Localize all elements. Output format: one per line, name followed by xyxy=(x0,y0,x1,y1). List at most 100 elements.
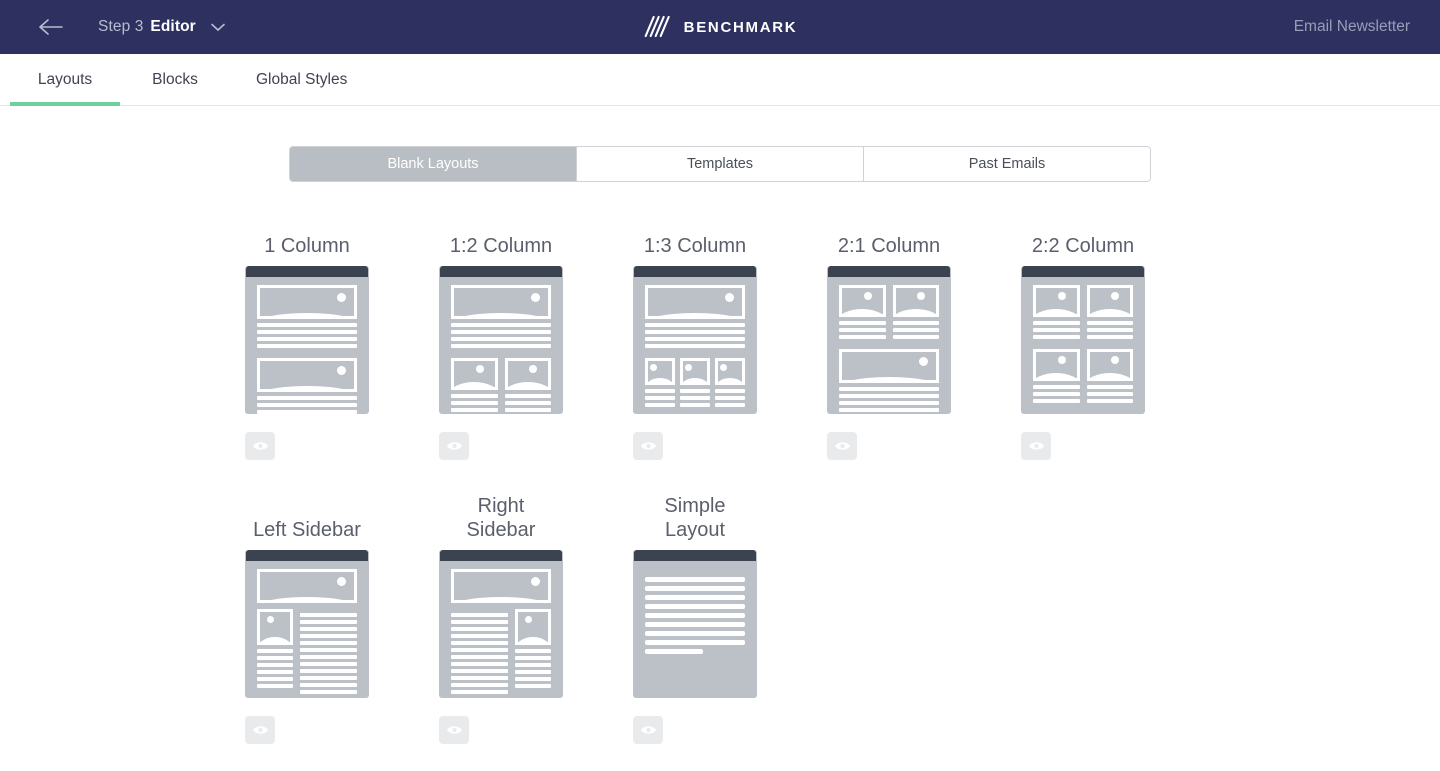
hill-shape xyxy=(454,312,548,316)
layout-title: 1:3 Column xyxy=(643,235,747,257)
eye-icon xyxy=(834,442,850,450)
layout-thumbnail-two-one-column[interactable] xyxy=(827,266,951,414)
hill-shape xyxy=(718,378,742,382)
segment-blank-layouts-label: Blank Layouts xyxy=(387,156,479,172)
sidebar-row xyxy=(257,609,357,697)
text-lines xyxy=(1033,385,1080,403)
layout-card-one-two-column: 1:2 Column xyxy=(404,210,598,460)
sun-icon xyxy=(720,364,727,371)
layout-card-one-column: 1 Column xyxy=(210,210,404,460)
content-column xyxy=(300,609,357,697)
sun-icon xyxy=(267,616,274,623)
hill-shape xyxy=(260,385,354,389)
layout-grid: 1 Column 1:2 Column 1:3 Column 2:1 Colum… xyxy=(210,210,1230,744)
layout-thumbnail-two-two-column[interactable] xyxy=(1021,266,1145,414)
layout-thumbnail-simple-layout[interactable] xyxy=(633,550,757,698)
image-placeholder xyxy=(451,358,498,390)
tab-global-styles[interactable]: Global Styles xyxy=(230,54,373,105)
back-arrow-icon[interactable] xyxy=(38,14,64,40)
image-placeholder xyxy=(504,358,551,390)
preview-layout-button[interactable] xyxy=(439,432,469,460)
image-placeholder xyxy=(839,349,939,383)
preview-layout-button[interactable] xyxy=(633,716,663,744)
grid-row-spacer xyxy=(210,460,1230,494)
thumb-header-bar xyxy=(828,266,950,277)
sun-icon xyxy=(919,357,928,366)
hill-shape xyxy=(842,376,936,380)
text-lines xyxy=(515,649,551,688)
step-number-label: Step 3 xyxy=(98,18,144,35)
thumb-body xyxy=(245,561,369,698)
image-placeholder xyxy=(451,569,551,603)
image-placeholder xyxy=(680,358,710,385)
thumb-body xyxy=(1021,277,1145,414)
layout-thumbnail-one-three-column[interactable] xyxy=(633,266,757,414)
brand-name-label: BENCHMARK xyxy=(683,18,798,36)
thumb-header-bar xyxy=(1022,266,1144,277)
hill-shape xyxy=(841,309,883,314)
layout-card-left-sidebar: Left Sidebar xyxy=(210,494,404,744)
chevron-down-icon[interactable] xyxy=(210,23,225,32)
tab-blocks[interactable]: Blocks xyxy=(120,54,230,105)
image-placeholder xyxy=(715,358,745,385)
image-placeholder xyxy=(257,569,357,603)
thumb-body xyxy=(633,561,757,654)
layout-card-two-one-column: 2:1 Column xyxy=(792,210,986,460)
sun-icon xyxy=(650,364,657,371)
step-indicator[interactable]: Step 3 Editor xyxy=(98,18,225,36)
layout-thumbnail-one-column[interactable] xyxy=(245,266,369,414)
sidebar-row xyxy=(451,609,551,697)
eye-icon xyxy=(446,442,462,450)
eye-icon xyxy=(446,726,462,734)
campaign-name-label: Email Newsletter xyxy=(1293,18,1410,35)
image-placeholder xyxy=(839,285,886,317)
layout-thumbnail-right-sidebar[interactable] xyxy=(439,550,563,698)
sun-icon xyxy=(529,365,537,373)
preview-layout-button[interactable] xyxy=(827,432,857,460)
two-column-row xyxy=(839,285,939,342)
hill-shape xyxy=(683,378,707,382)
preview-layout-button[interactable] xyxy=(1021,432,1051,460)
layout-thumbnail-one-two-column[interactable] xyxy=(439,266,563,414)
layout-title: Simple Layout xyxy=(664,495,726,541)
tab-global-styles-label: Global Styles xyxy=(256,70,348,88)
eye-icon xyxy=(1028,442,1044,450)
segment-past-emails[interactable]: Past Emails xyxy=(864,147,1150,181)
thumb-header-bar xyxy=(440,266,562,277)
sun-icon xyxy=(1057,292,1066,300)
image-placeholder xyxy=(645,358,675,385)
layout-title: Right Sidebar xyxy=(466,495,536,541)
brand-logo: BENCHMARK xyxy=(643,14,798,40)
thumb-header-bar xyxy=(634,550,756,561)
eye-icon xyxy=(252,726,268,734)
column xyxy=(645,358,675,410)
eye-icon xyxy=(640,726,656,734)
image-placeholder xyxy=(257,285,357,319)
tab-layouts[interactable]: Layouts xyxy=(10,54,120,106)
segment-blank-layouts[interactable]: Blank Layouts xyxy=(290,147,577,181)
sun-icon xyxy=(725,293,734,302)
hill-shape xyxy=(648,378,672,382)
sun-icon xyxy=(1057,356,1066,364)
column xyxy=(1086,285,1133,342)
content-column xyxy=(451,609,508,697)
eye-icon xyxy=(640,442,656,450)
preview-layout-button[interactable] xyxy=(633,432,663,460)
column xyxy=(504,358,551,414)
image-placeholder xyxy=(515,609,551,645)
preview-layout-button[interactable] xyxy=(439,716,469,744)
column xyxy=(892,285,939,342)
text-lines xyxy=(300,613,357,694)
layout-thumbnail-left-sidebar[interactable] xyxy=(245,550,369,698)
segment-templates[interactable]: Templates xyxy=(577,147,864,181)
text-lines xyxy=(645,577,745,654)
column xyxy=(839,285,886,342)
thumb-header-bar xyxy=(246,550,368,561)
image-placeholder xyxy=(1086,285,1133,317)
hill-shape xyxy=(648,312,742,316)
preview-layout-button[interactable] xyxy=(245,716,275,744)
column xyxy=(1086,349,1133,406)
thumb-body xyxy=(245,277,369,414)
layout-title: Left Sidebar xyxy=(253,519,361,541)
preview-layout-button[interactable] xyxy=(245,432,275,460)
